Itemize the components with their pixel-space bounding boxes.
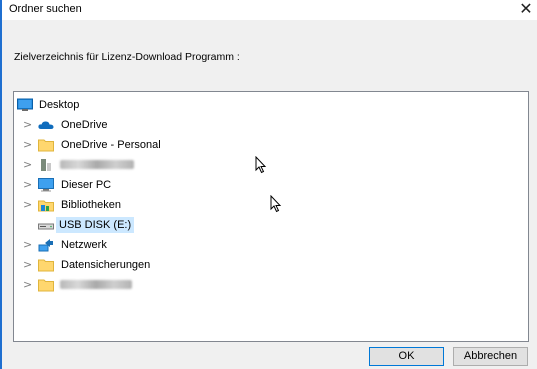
folder-tree[interactable]: Desktop > OneDrive > OneDrive - Personal…: [13, 91, 529, 342]
tree-item-label: OneDrive - Personal: [61, 139, 161, 151]
title-bar[interactable]: Ordner suchen ✕: [2, 0, 537, 20]
desktop-icon: [17, 98, 33, 112]
folder-browse-dialog: Ordner suchen ✕ Zielverzeichnis für Lize…: [0, 0, 537, 369]
usb-drive-icon: [38, 218, 54, 232]
redacted-label: [60, 280, 132, 289]
ok-button[interactable]: OK: [369, 347, 444, 366]
tree-item-desktop[interactable]: Desktop: [14, 95, 528, 115]
network-icon: [38, 238, 54, 252]
cloud-icon: [38, 118, 54, 132]
tree-item-label: Desktop: [39, 99, 80, 111]
tree-item-label: USB DISK (E:): [56, 217, 135, 233]
user-folder-icon: [38, 158, 54, 172]
cancel-button[interactable]: Abbrechen: [453, 347, 528, 366]
tree-item-redacted-folder[interactable]: >: [14, 275, 528, 295]
chevron-right-icon[interactable]: >: [23, 138, 33, 152]
instruction-text: Zielverzeichnis für Lizenz-Download Prog…: [14, 51, 240, 63]
tree-item-network[interactable]: > Netzwerk: [14, 235, 528, 255]
chevron-right-icon[interactable]: >: [23, 198, 33, 212]
chevron-right-icon[interactable]: >: [23, 158, 33, 172]
window-title: Ordner suchen: [9, 3, 82, 15]
tree-item-label: Datensicherungen: [61, 259, 151, 271]
chevron-right-icon[interactable]: >: [23, 118, 33, 132]
chevron-right-icon[interactable]: >: [23, 238, 33, 252]
tree-item-onedrive[interactable]: > OneDrive: [14, 115, 528, 135]
tree-item-label: OneDrive: [61, 119, 108, 131]
tree-item-usb-disk[interactable]: USB DISK (E:): [14, 215, 528, 235]
folder-icon: [38, 138, 54, 152]
folder-icon: [38, 278, 54, 292]
tree-item-user-folder[interactable]: >: [14, 155, 528, 175]
tree-item-label: Bibliotheken: [61, 199, 121, 211]
folder-icon: [38, 258, 54, 272]
tree-item-onedrive-personal[interactable]: > OneDrive - Personal: [14, 135, 528, 155]
tree-item-label: Netzwerk: [61, 239, 107, 251]
close-icon[interactable]: ✕: [517, 0, 535, 19]
computer-icon: [38, 178, 54, 192]
chevron-right-icon[interactable]: >: [23, 178, 33, 192]
tree-item-this-pc[interactable]: > Dieser PC: [14, 175, 528, 195]
mouse-pointer-icon: [270, 195, 282, 213]
tree-item-backups[interactable]: > Datensicherungen: [14, 255, 528, 275]
mouse-pointer-icon: [255, 156, 267, 174]
chevron-right-icon[interactable]: >: [23, 278, 33, 292]
redacted-label: [60, 160, 134, 169]
chevron-right-icon[interactable]: >: [23, 258, 33, 272]
libraries-icon: [38, 198, 54, 212]
tree-item-label: Dieser PC: [61, 179, 112, 191]
